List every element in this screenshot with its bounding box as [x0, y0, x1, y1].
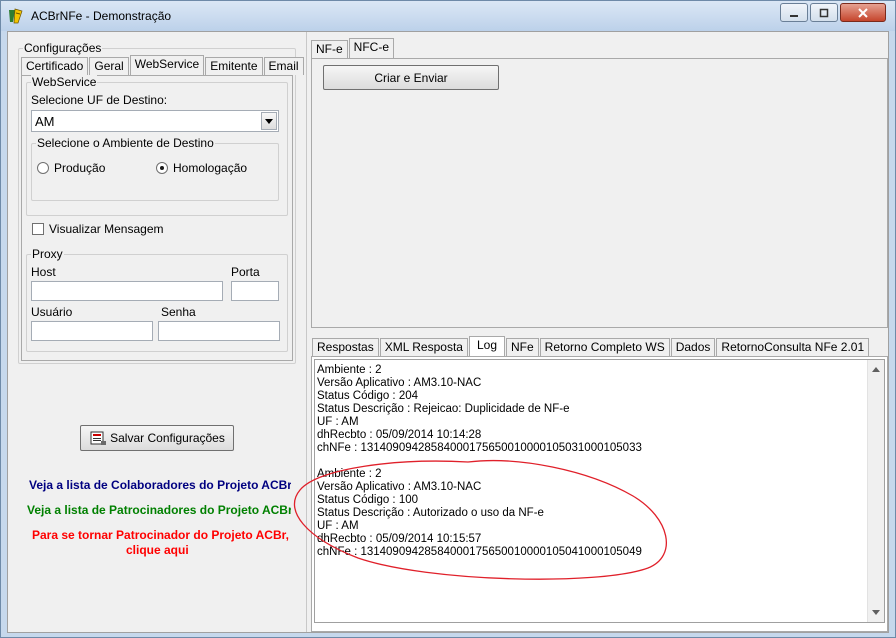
links-area: Veja a lista de Colaboradores do Projeto…	[8, 468, 291, 568]
log-line: Ambiente : 2	[317, 364, 382, 376]
red-annotation-ellipse	[293, 459, 667, 580]
uf-dropdown-button[interactable]	[261, 112, 277, 130]
tab-webservice[interactable]: WebService	[129, 55, 205, 76]
uf-select[interactable]: AM	[31, 110, 279, 132]
result-tab-row: Respostas XML Resposta Log NFe Retorno C…	[312, 334, 870, 357]
title-bar[interactable]: ACBrNFe - Demonstração	[1, 1, 895, 31]
tab-nfe[interactable]: NF-e	[311, 40, 348, 58]
close-button[interactable]	[840, 3, 886, 22]
window-title: ACBrNFe - Demonstração	[31, 9, 172, 23]
proxy-group: Proxy Host Porta Usuário Senha	[26, 247, 288, 352]
tab-geral[interactable]: Geral	[89, 57, 129, 75]
client-area: Configurações Certificado Geral WebServi…	[7, 31, 889, 633]
tab-retorno-consulta[interactable]: RetornoConsulta NFe 2.01	[716, 338, 870, 356]
maximize-button[interactable]	[810, 3, 838, 22]
nfce-tab-page: Criar e Enviar	[311, 58, 888, 328]
acbr-app-icon	[9, 8, 23, 24]
tab-nfce[interactable]: NFC-e	[348, 38, 395, 59]
patrocinador-link-line2[interactable]: clique aqui	[126, 543, 189, 557]
webservice-group-label: WebService	[31, 75, 98, 89]
senha-label: Senha	[161, 305, 196, 319]
app-window: ACBrNFe - Demonstração Configurações Cer…	[0, 0, 896, 638]
webservice-group: WebService Selecione UF de Destino: AM S…	[26, 75, 288, 216]
webservice-tab-page: WebService Selecione UF de Destino: AM S…	[21, 75, 293, 361]
chevron-down-icon	[265, 119, 273, 124]
tab-certificado[interactable]: Certificado	[21, 57, 89, 75]
maximize-icon	[819, 8, 829, 17]
log-line: Versão Aplicativo : AM3.10-NAC	[317, 377, 482, 389]
minimize-button[interactable]	[780, 3, 808, 22]
save-config-icon	[90, 431, 107, 445]
configuracoes-group: Configurações Certificado Geral WebServi…	[18, 41, 304, 364]
scroll-up-arrow-icon	[872, 367, 880, 372]
criar-enviar-button[interactable]: Criar e Enviar	[323, 65, 499, 90]
visualizar-mensagem-label: Visualizar Mensagem	[49, 222, 164, 236]
proxy-group-label: Proxy	[31, 247, 64, 261]
usuario-label: Usuário	[31, 305, 73, 319]
producao-radio[interactable]	[37, 162, 49, 174]
usuario-input[interactable]	[31, 321, 153, 341]
uf-selected-value: AM	[35, 114, 55, 129]
close-icon	[858, 7, 868, 18]
porta-input[interactable]	[231, 281, 279, 301]
log-line: UF : AM	[317, 416, 359, 428]
config-tab-row: Certificado Geral WebService Emitente Em…	[21, 53, 305, 76]
visualizar-mensagem-checkbox[interactable]	[32, 223, 44, 235]
ambiente-group-label: Selecione o Ambiente de Destino	[36, 136, 215, 150]
salvar-configuracoes-label: Salvar Configurações	[110, 431, 225, 445]
homologacao-radio[interactable]	[156, 162, 168, 174]
log-line: dhRecbto : 05/09/2014 10:14:28	[317, 429, 482, 441]
tab-emitente[interactable]: Emitente	[205, 57, 263, 75]
porta-label: Porta	[231, 265, 260, 279]
scroll-down-arrow-icon	[872, 610, 880, 615]
host-label: Host	[31, 265, 56, 279]
log-scrollbar[interactable]	[867, 360, 884, 622]
salvar-configuracoes-button[interactable]: Salvar Configurações	[80, 425, 234, 451]
tab-log[interactable]: Log	[468, 336, 505, 357]
tab-email[interactable]: Email	[263, 57, 304, 75]
patrocinador-link-line1[interactable]: Para se tornar Patrocinador do Projeto A…	[32, 528, 289, 542]
minimize-icon	[790, 14, 798, 17]
log-line: Status Descrição : Rejeicao: Duplicidade…	[317, 403, 570, 415]
tab-retorno-completo-ws[interactable]: Retorno Completo WS	[539, 338, 670, 356]
tab-respostas[interactable]: Respostas	[312, 338, 379, 356]
producao-label: Produção	[54, 161, 106, 175]
tab-nfe-xml[interactable]: NFe	[506, 338, 539, 356]
colaboradores-link[interactable]: Veja a lista de Colaboradores do Projeto…	[29, 478, 291, 492]
tab-dados[interactable]: Dados	[670, 338, 716, 356]
senha-input[interactable]	[158, 321, 280, 341]
nfe-tab-row: NF-e NFC-e	[311, 36, 395, 59]
ambiente-group: Selecione o Ambiente de Destino Produção…	[31, 136, 279, 201]
host-input[interactable]	[31, 281, 223, 301]
uf-label: Selecione UF de Destino:	[31, 93, 168, 107]
patrocinadores-link[interactable]: Veja a lista de Patrocinadores do Projet…	[27, 503, 291, 517]
homologacao-label: Homologação	[173, 161, 248, 175]
tab-xml-resposta[interactable]: XML Resposta	[379, 338, 468, 356]
log-line: Status Código : 204	[317, 390, 419, 402]
